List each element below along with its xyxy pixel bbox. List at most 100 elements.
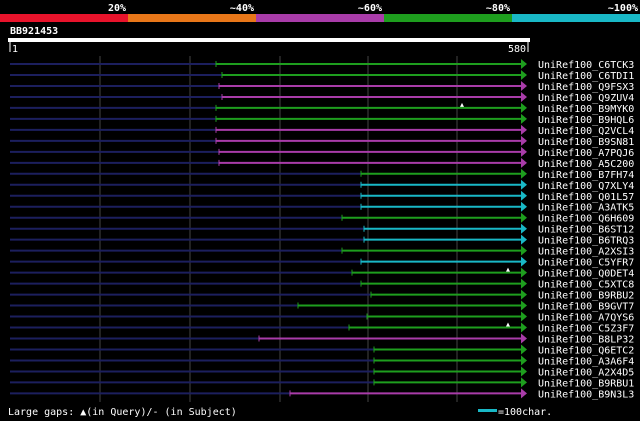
hit-label[interactable]: UniRef100_B9GVT7 (538, 302, 634, 313)
hit-row[interactable]: UniRef100_Q9ZUV4 (10, 91, 634, 104)
hit-list: UniRef100_C6TCK3UniRef100_C6TDI1UniRef10… (10, 59, 634, 400)
hit-row[interactable]: UniRef100_Q01L57 (10, 190, 634, 203)
hit-label[interactable]: UniRef100_B6TRQ3 (538, 236, 634, 247)
scale-label: 20% (108, 3, 126, 14)
end-arrow-icon (521, 190, 527, 201)
end-arrow-icon (521, 300, 527, 311)
hit-label[interactable]: UniRef100_B9HQL6 (538, 115, 634, 126)
end-arrow-icon (521, 113, 527, 124)
hit-label[interactable]: UniRef100_C6TCK3 (538, 60, 634, 71)
gaps-legend: Large gaps: ▲(in Query)/- (in Subject) (8, 407, 237, 418)
hit-row[interactable]: UniRef100_B6ST12 (10, 223, 634, 236)
scale-segment (512, 14, 640, 22)
alignment-overview: 20% ~40% ~60% ~80% ~100% 1 580 UniRef100_C6T… (0, 3, 640, 418)
end-arrow-icon (521, 201, 527, 212)
end-arrow-icon (521, 355, 527, 366)
scale-segment (256, 14, 385, 22)
hit-label[interactable]: UniRef100_Q01L57 (538, 192, 634, 203)
hit-label[interactable]: UniRef100_B9SN81 (538, 137, 634, 148)
hit-label[interactable]: UniRef100_A2X4D5 (538, 367, 634, 378)
end-arrow-icon (521, 212, 527, 223)
scale-segment (384, 14, 513, 22)
hit-label[interactable]: UniRef100_Q6H609 (538, 214, 634, 225)
end-arrow-icon (521, 234, 527, 245)
hit-label[interactable]: UniRef100_C5Z3F7 (538, 324, 634, 335)
scale-label: ~60% (358, 3, 382, 14)
end-arrow-icon (521, 102, 527, 113)
hit-label[interactable]: UniRef100_A2XSI3 (538, 247, 634, 258)
footer-legend: Large gaps: ▲(in Query)/- (in Subject) =… (8, 407, 552, 418)
identity-color-scale (0, 14, 640, 22)
end-arrow-icon (521, 344, 527, 355)
hit-label[interactable]: UniRef100_Q2VCL4 (538, 126, 634, 137)
hit-label[interactable]: UniRef100_A7PQJ6 (538, 148, 634, 159)
hit-row[interactable]: UniRef100_Q2VCL4 (10, 124, 634, 137)
hit-row[interactable]: UniRef100_C5YFR7 (10, 256, 634, 269)
hit-label[interactable]: UniRef100_Q9FSX3 (538, 82, 634, 93)
hit-row[interactable]: UniRef100_Q6ETC2 (10, 344, 634, 356)
hit-label[interactable]: UniRef100_B9RBU2 (538, 291, 634, 302)
end-arrow-icon (521, 289, 527, 300)
query-gap-marker-icon (460, 102, 464, 107)
hit-label[interactable]: UniRef100_B9MYK0 (538, 104, 634, 115)
end-arrow-icon (521, 135, 527, 146)
hit-row[interactable]: UniRef100_B9GVT7 (10, 300, 634, 313)
end-arrow-icon (521, 80, 527, 91)
hit-row[interactable]: UniRef100_A7QYS6 (10, 311, 634, 324)
query-start-label: 1 (12, 44, 18, 55)
hit-label[interactable]: UniRef100_A5C200 (538, 159, 634, 170)
hit-row[interactable]: UniRef100_Q6H609 (10, 212, 634, 225)
hit-row[interactable]: UniRef100_A2X4D5 (10, 366, 634, 378)
hit-label[interactable]: UniRef100_C6TDI1 (538, 71, 634, 82)
hit-row[interactable]: UniRef100_B6TRQ3 (10, 234, 634, 247)
query-id: BB921453 (10, 26, 59, 37)
hit-row[interactable]: UniRef100_B8LP32 (10, 333, 634, 346)
hit-label[interactable]: UniRef100_C5XTC8 (538, 280, 634, 291)
end-arrow-icon (521, 256, 527, 267)
hit-row[interactable]: UniRef100_A7PQJ6 (10, 146, 634, 159)
end-arrow-icon (521, 311, 527, 322)
hit-label[interactable]: UniRef100_B8LP32 (538, 335, 634, 346)
hit-label[interactable]: UniRef100_B9N3L3 (538, 389, 634, 400)
end-arrow-icon (521, 322, 527, 333)
hit-row[interactable]: UniRef100_A5C200 (10, 157, 634, 170)
hit-row[interactable]: UniRef100_Q0DET4 (10, 267, 634, 280)
hit-row[interactable]: UniRef100_Q9FSX3 (10, 80, 634, 93)
hit-label[interactable]: UniRef100_B7FH74 (538, 170, 634, 181)
end-arrow-icon (521, 179, 527, 190)
scale-segment (0, 14, 129, 22)
hit-label[interactable]: UniRef100_C5YFR7 (538, 258, 634, 269)
hit-label[interactable]: UniRef100_Q0DET4 (538, 269, 634, 280)
hit-label[interactable]: UniRef100_Q7XLY4 (538, 181, 634, 192)
hit-row[interactable]: UniRef100_B9N3L3 (10, 388, 634, 400)
hit-label[interactable]: UniRef100_B6ST12 (538, 225, 634, 236)
hit-label[interactable]: UniRef100_Q9ZUV4 (538, 93, 634, 104)
hit-label[interactable]: UniRef100_A3ATK5 (538, 203, 634, 214)
hit-row[interactable]: UniRef100_B9SN81 (10, 135, 634, 148)
scale-legend-bar (478, 409, 497, 412)
hit-row[interactable]: UniRef100_C6TCK3 (10, 59, 634, 71)
scale-legend-label: =100char. (498, 407, 552, 418)
end-arrow-icon (521, 157, 527, 168)
hit-row[interactable]: UniRef100_B9RBU1 (10, 377, 634, 389)
end-arrow-icon (521, 388, 527, 399)
hit-row[interactable]: UniRef100_C6TDI1 (10, 69, 634, 82)
hit-row[interactable]: UniRef100_A2XSI3 (10, 245, 634, 258)
hit-label[interactable]: UniRef100_Q6ETC2 (538, 345, 634, 356)
hit-label[interactable]: UniRef100_B9RBU1 (538, 378, 634, 389)
hit-row[interactable]: UniRef100_Q7XLY4 (10, 179, 634, 192)
hit-row[interactable]: UniRef100_B9RBU2 (10, 289, 634, 302)
hit-label[interactable]: UniRef100_A7QYS6 (538, 313, 634, 324)
hit-row[interactable]: UniRef100_C5Z3F7 (10, 322, 634, 335)
end-arrow-icon (521, 223, 527, 234)
hit-label[interactable]: UniRef100_A3A6F4 (538, 356, 634, 367)
hit-row[interactable]: UniRef100_B9HQL6 (10, 113, 634, 126)
identity-scale-labels: 20% ~40% ~60% ~80% ~100% (108, 3, 638, 14)
hit-row[interactable]: UniRef100_A3A6F4 (10, 355, 634, 367)
hit-row[interactable]: UniRef100_C5XTC8 (10, 278, 634, 291)
end-arrow-icon (521, 59, 527, 69)
end-arrow-icon (521, 267, 527, 278)
hit-row[interactable]: UniRef100_B7FH74 (10, 168, 634, 181)
hit-row[interactable]: UniRef100_B9MYK0 (10, 102, 634, 115)
hit-row[interactable]: UniRef100_A3ATK5 (10, 201, 634, 214)
